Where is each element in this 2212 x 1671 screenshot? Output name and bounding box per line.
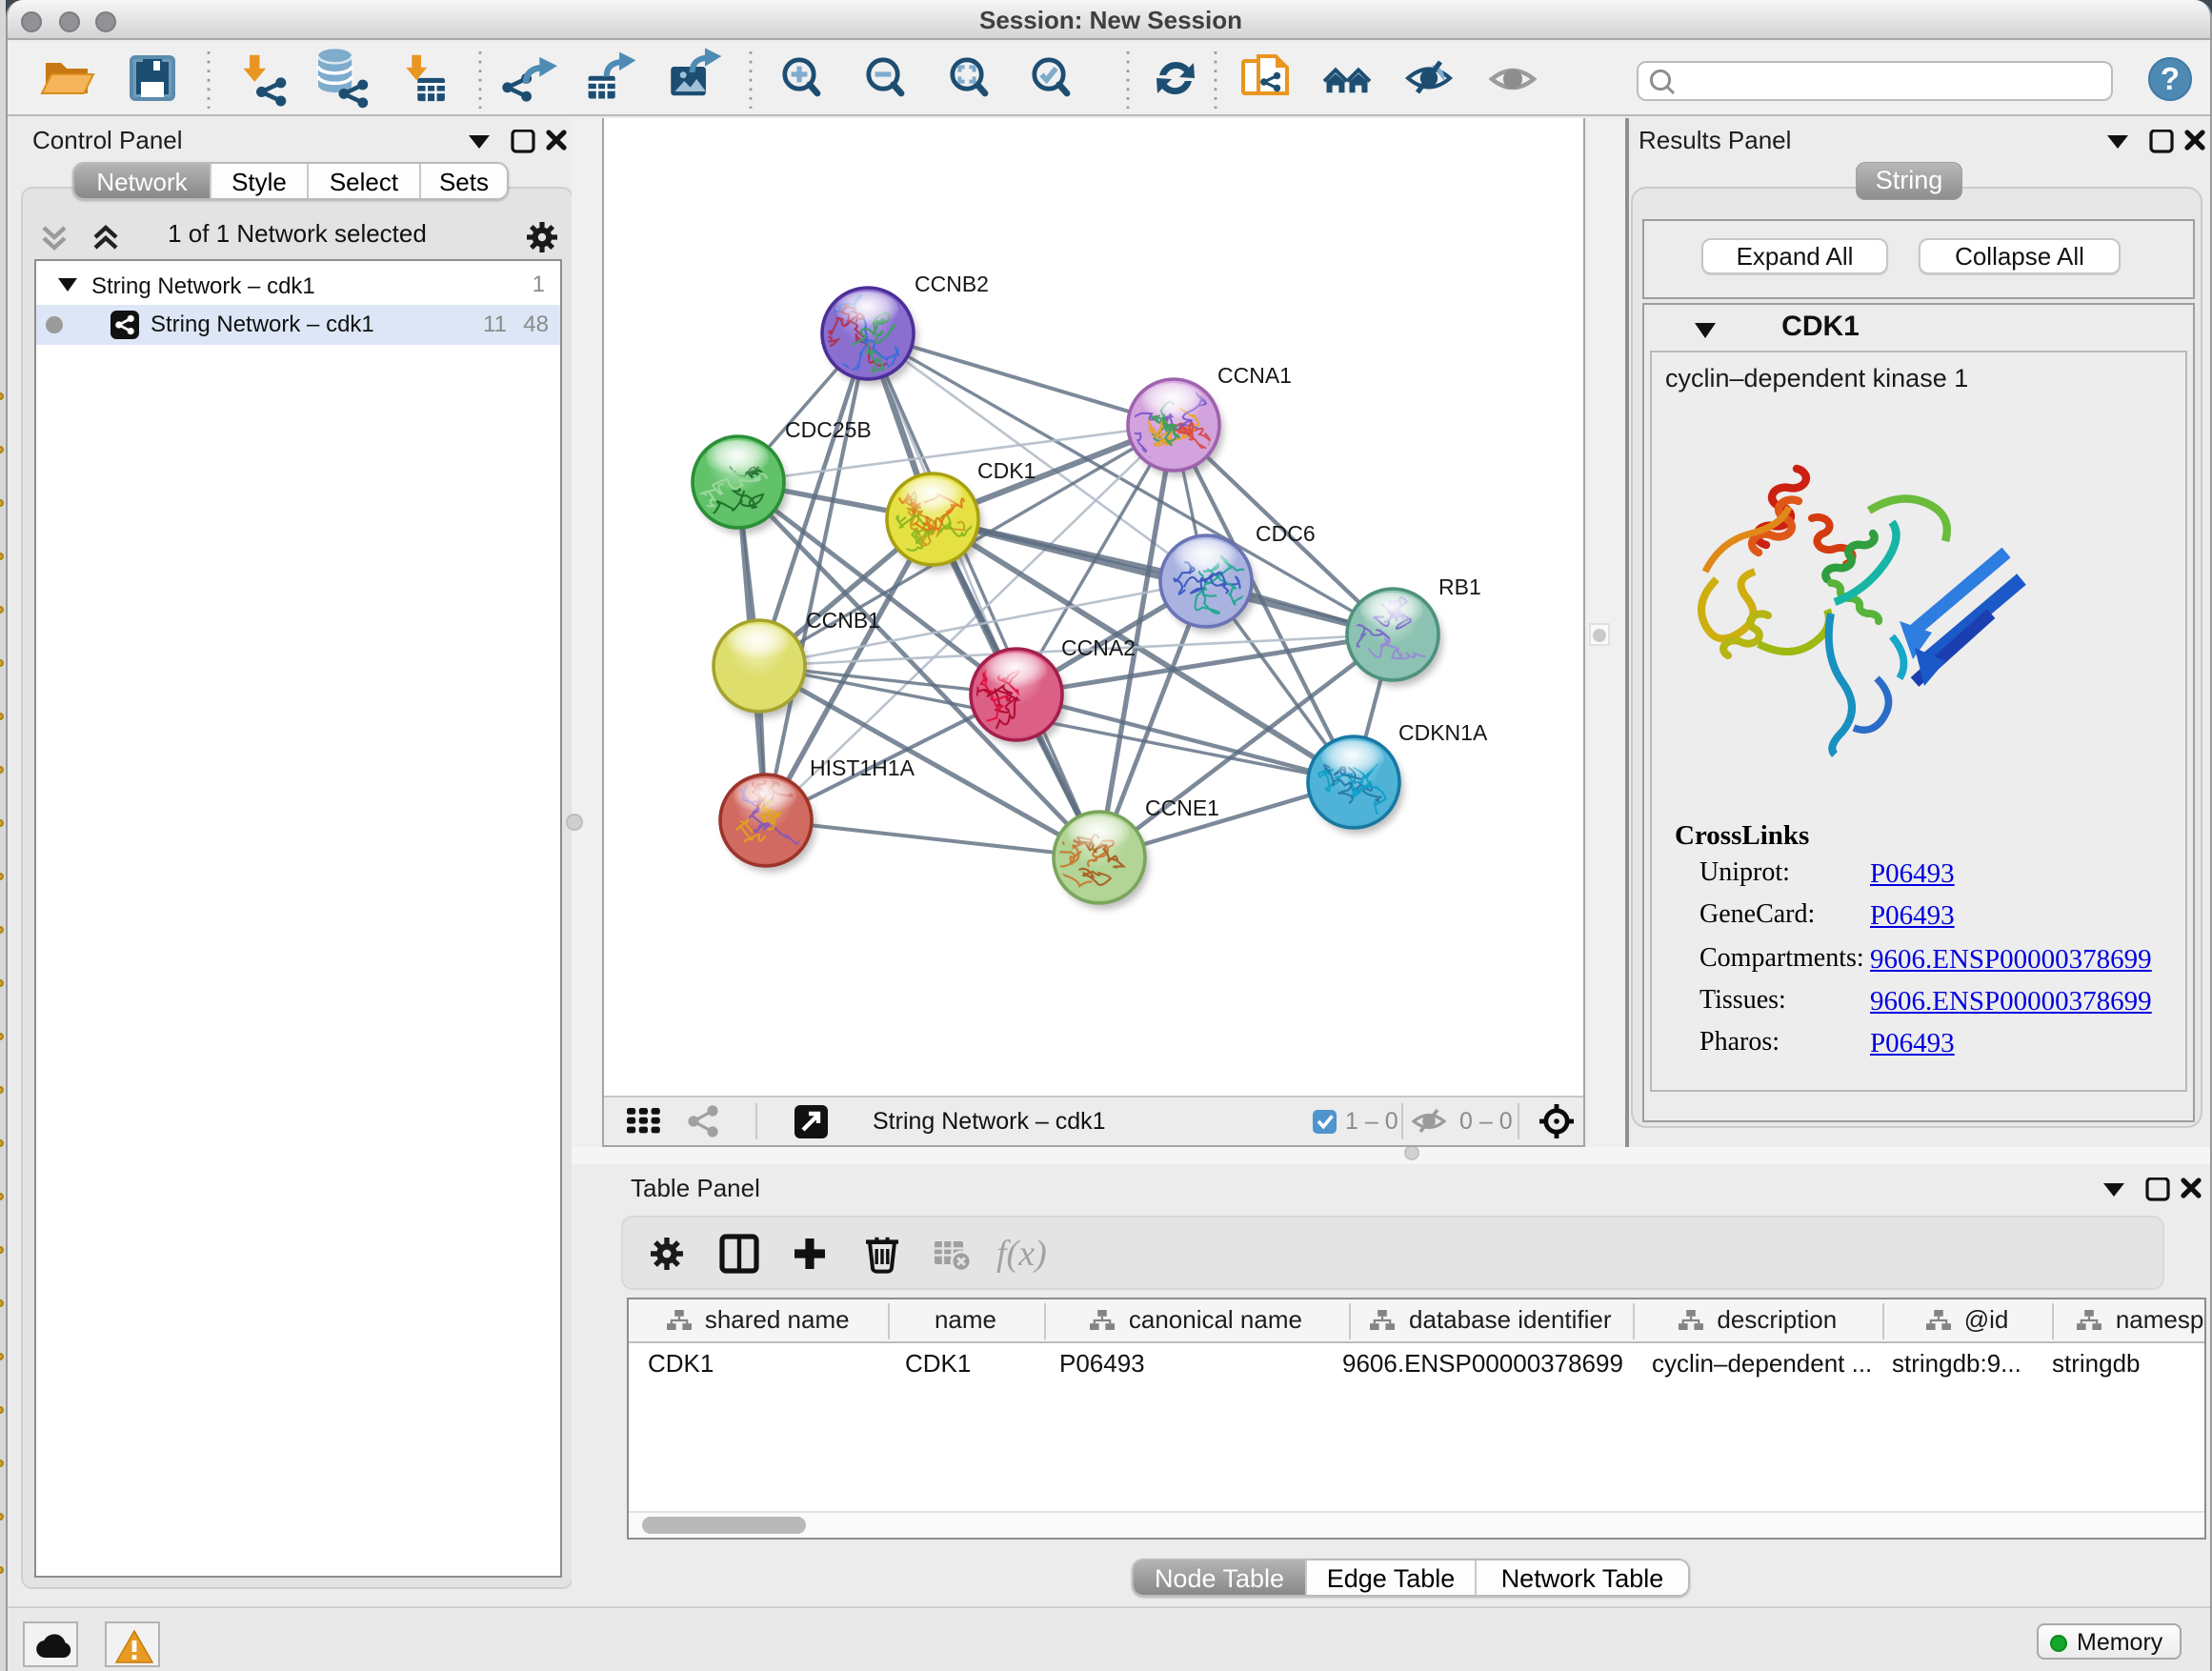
svg-text:CDK1: CDK1 xyxy=(977,458,1036,483)
svg-text:1 – 0: 1 – 0 xyxy=(1345,1108,1398,1135)
svg-text:CCNE1: CCNE1 xyxy=(1145,795,1219,820)
svg-text:?: ? xyxy=(2161,61,2180,96)
svg-text:CDC25B: CDC25B xyxy=(785,417,872,442)
svg-text:RB1: RB1 xyxy=(1438,574,1481,599)
svg-text:String Network – cdk1: String Network – cdk1 xyxy=(873,1108,1106,1135)
svg-text:CCNB2: CCNB2 xyxy=(915,272,989,296)
svg-text:CCNA2: CCNA2 xyxy=(1061,635,1136,660)
svg-text:CCNB1: CCNB1 xyxy=(806,608,880,633)
svg-text:CDKN1A: CDKN1A xyxy=(1398,720,1488,745)
svg-text:f(x): f(x) xyxy=(996,1234,1047,1274)
svg-text:0 – 0: 0 – 0 xyxy=(1459,1108,1513,1135)
svg-text:CCNA1: CCNA1 xyxy=(1217,363,1292,388)
svg-text:CDC6: CDC6 xyxy=(1256,521,1316,546)
svg-text:HIST1H1A: HIST1H1A xyxy=(810,755,915,780)
